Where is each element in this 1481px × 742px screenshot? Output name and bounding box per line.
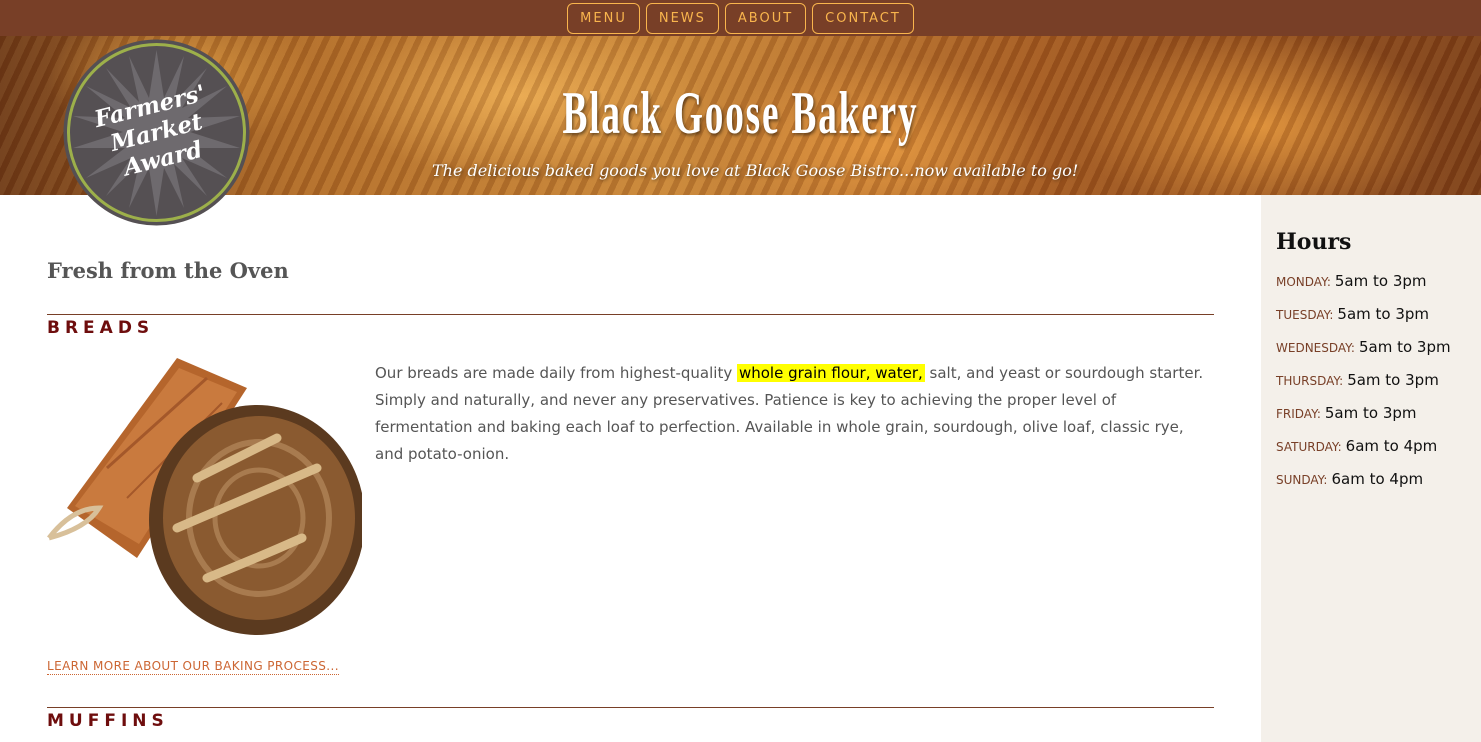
hours-row-tuesday: TUESDAY: 5am to 3pm: [1276, 304, 1481, 337]
site-title: Black Goose Bakery: [562, 80, 919, 146]
nav-list: MENU NEWS ABOUT CONTACT: [567, 2, 914, 34]
breads-text-before: Our breads are made daily from highest-q…: [375, 364, 733, 382]
hours-row-monday: MONDAY: 5am to 3pm: [1276, 271, 1481, 304]
hours-day: WEDNESDAY:: [1276, 341, 1355, 355]
hours-row-wednesday: WEDNESDAY: 5am to 3pm: [1276, 337, 1481, 370]
page-heading: Fresh from the Oven: [47, 258, 289, 283]
hours-day: FRIDAY:: [1276, 407, 1321, 421]
hours-time: 5am to 3pm: [1334, 272, 1427, 290]
hours-time: 5am to 3pm: [1324, 404, 1417, 422]
hours-time: 5am to 3pm: [1347, 371, 1439, 389]
learn-more-link[interactable]: LEARN MORE ABOUT OUR BAKING PROCESS...: [47, 659, 339, 675]
hours-row-thursday: THURSDAY: 5am to 3pm: [1276, 370, 1481, 403]
hours-time: 6am to 4pm: [1345, 437, 1438, 455]
hours-time: 6am to 4pm: [1331, 470, 1424, 488]
site-tagline: The delicious baked goods you love at Bl…: [432, 161, 1079, 180]
nav-menu-link[interactable]: MENU: [567, 2, 640, 34]
nav-about-link[interactable]: ABOUT: [724, 2, 807, 34]
breads-highlight: whole grain flour, water,: [736, 364, 925, 382]
section-divider: [47, 314, 1214, 315]
breads-section-title: BREADS: [47, 318, 155, 338]
hours-sidebar: Hours MONDAY: 5am to 3pm TUESDAY: 5am to 3…: [1261, 195, 1481, 742]
hours-row-friday: FRIDAY: 5am to 3pm: [1276, 403, 1481, 436]
hours-day: THURSDAY:: [1276, 374, 1344, 388]
hours-row-sunday: SUNDAY: 6am to 4pm: [1276, 469, 1481, 502]
breads-description: Our breads are made daily from highest-q…: [375, 360, 1215, 468]
hours-day: SUNDAY:: [1276, 473, 1328, 487]
hours-day: TUESDAY:: [1276, 308, 1334, 322]
bread-loaf-image: [47, 358, 362, 635]
hours-time: 5am to 3pm: [1337, 305, 1430, 323]
hours-day: MONDAY:: [1276, 275, 1331, 289]
farmers-market-award-badge: Farmers' Market Award: [62, 38, 251, 227]
nav-news-link[interactable]: NEWS: [645, 2, 719, 34]
bread-loaf-shape: [149, 405, 362, 635]
hours-title: Hours: [1276, 229, 1352, 255]
hours-day: SATURDAY:: [1276, 440, 1342, 454]
section-divider: [47, 707, 1214, 708]
hours-row-saturday: SATURDAY: 6am to 4pm: [1276, 436, 1481, 469]
muffins-section-title: MUFFINS: [47, 711, 169, 731]
hours-time: 5am to 3pm: [1358, 338, 1451, 356]
nav-contact-link[interactable]: CONTACT: [812, 2, 914, 34]
